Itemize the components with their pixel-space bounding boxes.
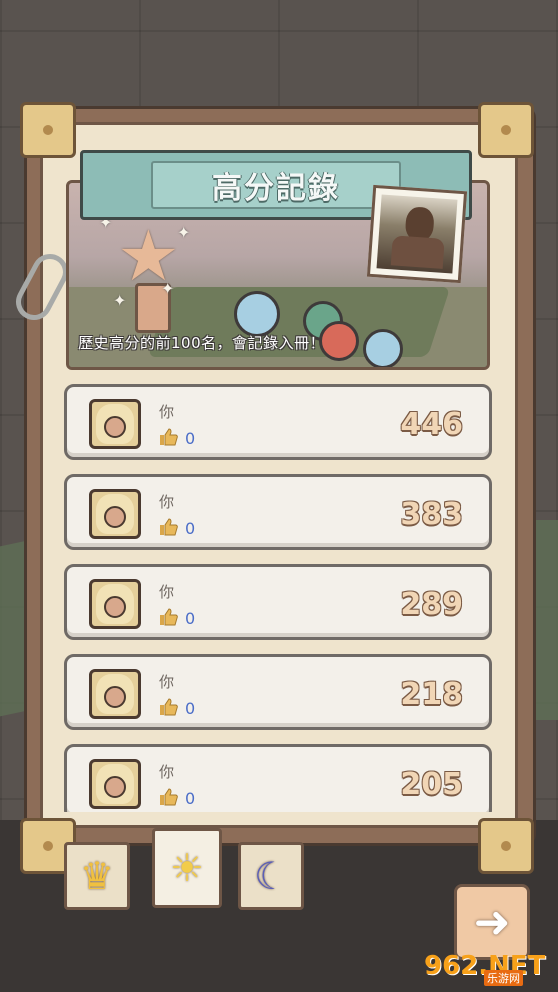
page-title: 高分記錄 [212,171,340,206]
ball-icon [234,291,280,337]
watermark: 962.NET 乐游网 [424,944,554,988]
thumbs-up-icon[interactable] [159,787,179,807]
record-row[interactable]: 你 0 218 [64,654,492,730]
record-row[interactable]: 你 0 383 [64,474,492,550]
score-value: 218 [400,677,463,712]
player-avatar [89,759,141,809]
like-count: 0 [185,699,196,718]
thumbs-up-icon[interactable] [159,427,179,447]
avatar-face [104,596,126,618]
record-row[interactable]: 你 0 446 [64,384,492,460]
thumbs-up-icon[interactable] [159,517,179,537]
player-name: 你 [159,583,175,601]
player-avatar [89,579,141,629]
corner-bracket [20,102,76,158]
sun-icon: ☀ [169,846,205,890]
photo-image [376,194,458,274]
score-value: 446 [400,407,463,442]
score-value: 205 [400,767,463,802]
score-value: 383 [400,497,463,532]
avatar-face [104,686,126,708]
score-value: 289 [400,587,463,622]
sparkle-icon: ✦ [161,279,175,298]
photo-body [390,235,445,269]
record-row[interactable]: 你 0 205 [64,744,492,812]
banner-caption: 歷史高分的前100名，會記錄入冊！ [78,334,326,352]
player-photo[interactable] [366,184,468,284]
record-list[interactable]: 你 0 446 你 0 383 你 0 289 你 0 218 你 0 205 [64,384,492,812]
player-name: 你 [159,493,175,511]
thumbs-up-icon[interactable] [159,607,179,627]
avatar-face [104,776,126,798]
player-avatar [89,669,141,719]
player-name: 你 [159,763,175,781]
record-row[interactable]: 你 0 289 [64,564,492,640]
tab-moon[interactable]: ☾ [238,842,304,910]
like-count: 0 [185,789,196,808]
crown-icon: ♛ [79,854,115,898]
player-avatar [89,399,141,449]
moon-icon: ☾ [253,854,289,898]
avatar-face [104,416,126,438]
player-name: 你 [159,403,175,421]
like-count: 0 [185,609,196,628]
like-count: 0 [185,519,196,538]
tab-crown[interactable]: ♛ [64,842,130,910]
arrow-right-icon: ➜ [473,896,511,948]
watermark-sub: 乐游网 [484,970,523,986]
tab-sun[interactable]: ☀ [152,828,222,908]
ball-icon [363,329,403,367]
player-avatar [89,489,141,539]
corner-bracket [478,102,534,158]
player-name: 你 [159,673,175,691]
avatar-face [104,506,126,528]
like-count: 0 [185,429,196,448]
sparkle-icon: ✦ [177,223,191,242]
corner-bracket [478,818,534,874]
title-plaque-inner: 高分記錄 [151,161,401,209]
sparkle-icon: ✦ [113,291,127,310]
thumbs-up-icon[interactable] [159,697,179,717]
